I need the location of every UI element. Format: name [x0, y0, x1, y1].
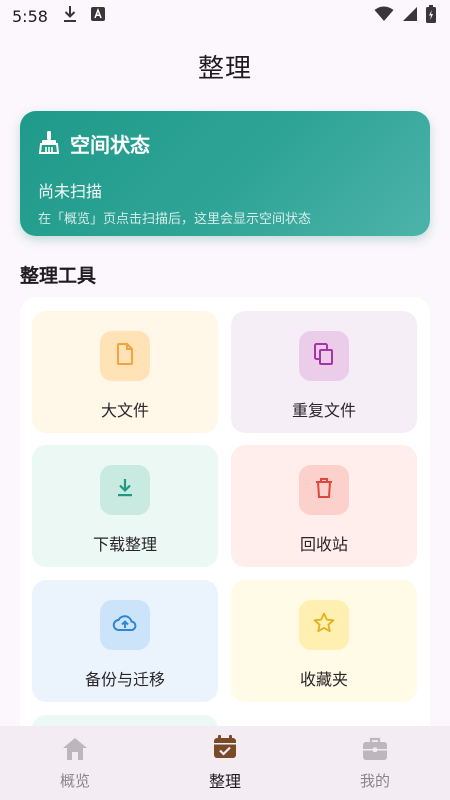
tool-recycle-bin[interactable]: 回收站 — [231, 445, 417, 567]
tools-section-title: 整理工具 — [20, 265, 97, 287]
home-icon — [61, 736, 89, 766]
tool-download-cleanup[interactable]: 下载整理 — [32, 445, 218, 567]
broom-icon — [38, 130, 60, 158]
space-card-hint: 在「概览」页点击扫描后，这里会显示空间状态 — [38, 212, 312, 227]
tool-label: 收藏夹 — [299, 670, 348, 689]
download-icon — [62, 5, 78, 27]
status-time: 5:58 — [12, 6, 48, 26]
nav-label: 我的 — [359, 771, 390, 790]
nav-item-overview[interactable]: 概览 — [15, 736, 135, 791]
tools-panel: 大文件 重复文件 下载整理 回收站 备份与迁移 收藏夹 — [20, 297, 430, 737]
bottom-nav: 概览 整理 我的 — [0, 726, 450, 800]
tool-favorites[interactable]: 收藏夹 — [231, 580, 417, 702]
briefcase-icon — [361, 736, 389, 766]
nav-label: 整理 — [208, 772, 241, 791]
wifi-icon — [374, 6, 394, 26]
tool-label: 重复文件 — [291, 401, 356, 420]
tool-label: 下载整理 — [92, 535, 157, 554]
tool-label: 备份与迁移 — [84, 670, 165, 689]
file-icon — [114, 342, 136, 370]
tool-large-files[interactable]: 大文件 — [32, 311, 218, 433]
download-icon — [114, 477, 136, 503]
battery-icon — [426, 5, 436, 27]
a-box-icon — [90, 6, 106, 26]
tool-icon-box — [100, 465, 150, 515]
notification-icons — [62, 5, 106, 27]
tool-icon-box — [100, 600, 150, 650]
tool-backup-migrate[interactable]: 备份与迁移 — [32, 580, 218, 702]
tool-icon-box — [299, 465, 349, 515]
copy-icon — [312, 342, 336, 370]
signal-icon — [402, 6, 418, 26]
space-card-status: 尚未扫描 — [38, 182, 103, 201]
status-left: 5:58 — [12, 5, 106, 27]
page-title: 整理 — [197, 54, 252, 84]
tool-icon-box — [299, 600, 349, 650]
space-status-card[interactable]: 空间状态 尚未扫描 在「概览」页点击扫描后，这里会显示空间状态 — [20, 111, 430, 236]
space-card-title: 空间状态 — [70, 133, 150, 157]
tool-icon-box — [100, 331, 150, 381]
tool-label: 大文件 — [100, 401, 149, 420]
space-card-header: 空间状态 — [38, 129, 412, 158]
nav-label: 概览 — [59, 771, 90, 790]
trash-icon — [313, 476, 335, 504]
calendar-check-icon — [212, 734, 238, 764]
status-bar: 5:58 — [0, 0, 450, 32]
nav-item-organize[interactable]: 整理 — [165, 734, 285, 792]
nav-item-mine[interactable]: 我的 — [315, 736, 435, 791]
tool-duplicate-files[interactable]: 重复文件 — [231, 311, 417, 433]
tool-icon-box — [299, 331, 349, 381]
tool-label: 回收站 — [299, 535, 348, 554]
star-icon — [312, 611, 336, 639]
status-right — [374, 5, 436, 27]
cloud-upload-icon — [112, 612, 138, 638]
